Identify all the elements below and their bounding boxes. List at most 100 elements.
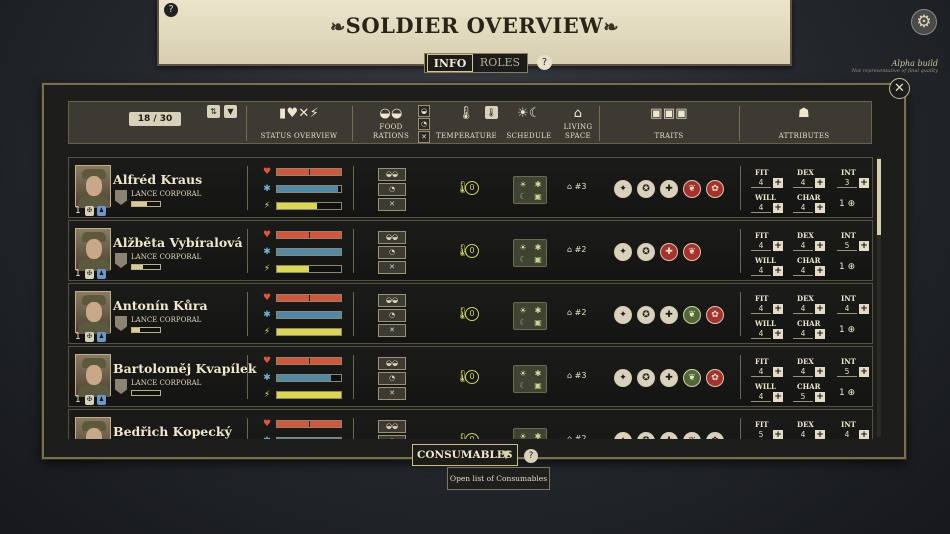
schedule-widget[interactable]: ☀ ✱ ☾ ▣: [513, 428, 547, 439]
schedule-widget[interactable]: ☀ ✱ ☾ ▣: [513, 176, 547, 204]
living-space[interactable]: ⌂ #2: [567, 308, 586, 317]
avatar[interactable]: [75, 228, 111, 271]
trait-icon[interactable]: ✚: [660, 432, 678, 439]
attr-char-plus-button[interactable]: +: [815, 392, 825, 402]
ration-full-option[interactable]: ◒◒: [378, 357, 406, 370]
attr-will-plus-button[interactable]: +: [773, 266, 783, 276]
trait-icon[interactable]: ✪: [637, 306, 655, 324]
attr-int-plus-button[interactable]: +: [859, 241, 869, 251]
trait-icon[interactable]: ✪: [637, 432, 655, 439]
rank-filter-icon[interactable]: ▼: [224, 105, 237, 118]
living-space[interactable]: ⌂ #2: [567, 434, 586, 439]
trait-icon[interactable]: ✦: [614, 243, 632, 261]
schedule-widget[interactable]: ☀ ✱ ☾ ▣: [513, 302, 547, 330]
trait-icon[interactable]: ✪: [637, 369, 655, 387]
attr-int-plus-button[interactable]: +: [859, 430, 869, 439]
trait-icon[interactable]: ✦: [614, 432, 632, 439]
ration-full-button[interactable]: ◒: [418, 105, 430, 117]
scrollbar-thumb[interactable]: [877, 159, 881, 235]
ration-half-option[interactable]: ◔: [378, 435, 406, 439]
avatar[interactable]: [75, 354, 111, 397]
living-space[interactable]: ⌂ #3: [567, 371, 586, 380]
attr-fit-plus-button[interactable]: +: [773, 241, 783, 251]
col-food-rations[interactable]: ◒◒ FOOD RATIONS: [369, 102, 413, 145]
trait-icon[interactable]: ✿: [706, 432, 724, 439]
attr-dex-plus-button[interactable]: +: [815, 178, 825, 188]
trait-icon[interactable]: ✪: [637, 180, 655, 198]
trait-icon[interactable]: ✚: [660, 243, 678, 261]
ration-none-button[interactable]: ✕: [418, 131, 430, 143]
chevron-down-icon[interactable]: ▼: [498, 447, 514, 463]
attr-dex-plus-button[interactable]: +: [815, 241, 825, 251]
attr-int-plus-button[interactable]: +: [859, 178, 869, 188]
trait-icon[interactable]: ❦: [683, 180, 701, 198]
help-icon[interactable]: ?: [164, 3, 178, 17]
attr-dex-plus-button[interactable]: +: [815, 367, 825, 377]
attr-int-plus-button[interactable]: +: [859, 304, 869, 314]
ration-half-option[interactable]: ◔: [378, 372, 406, 385]
tab-info[interactable]: INFO: [427, 54, 473, 72]
trait-icon[interactable]: ✿: [706, 306, 724, 324]
attr-dex-plus-button[interactable]: +: [815, 304, 825, 314]
trait-icon[interactable]: ❦: [683, 369, 701, 387]
living-space[interactable]: ⌂ #2: [567, 245, 586, 254]
trait-icon[interactable]: ❦: [683, 432, 701, 439]
attr-fit-plus-button[interactable]: +: [773, 367, 783, 377]
trait-icon[interactable]: ✚: [660, 306, 678, 324]
attr-char-plus-button[interactable]: +: [815, 203, 825, 213]
temperature-filter-icon[interactable]: 🌡: [485, 106, 498, 119]
schedule-widget[interactable]: ☀ ✱ ☾ ▣: [513, 239, 547, 267]
trait-icon[interactable]: ✚: [660, 180, 678, 198]
living-space[interactable]: ⌂ #3: [567, 182, 586, 191]
ration-full-option[interactable]: ◒◒: [378, 168, 406, 181]
soldier-row[interactable]: Antonín Kůra LANCE CORPORAL 1 ✠ ♟ ♥ ✱ ⚡ ◒◒ ◔ ✕ 🌡 0 ☀…: [68, 283, 873, 344]
attr-int-plus-button[interactable]: +: [859, 367, 869, 377]
soldier-row[interactable]: Alžběta Vybíralová LANCE CORPORAL 1 ✠ ♟ ♥ ✱ ⚡ ◒◒…: [68, 220, 873, 281]
close-icon[interactable]: ✕: [889, 78, 910, 99]
attr-char-plus-button[interactable]: +: [815, 266, 825, 276]
trait-icon[interactable]: ❦: [683, 243, 701, 261]
avatar[interactable]: [75, 165, 111, 208]
trait-icon[interactable]: ✿: [706, 180, 724, 198]
tab-roles[interactable]: ROLES: [475, 54, 525, 72]
attr-will-plus-button[interactable]: +: [773, 392, 783, 402]
attr-fit-plus-button[interactable]: +: [773, 178, 783, 188]
trait-icon[interactable]: ✦: [614, 180, 632, 198]
ration-full-option[interactable]: ◒◒: [378, 420, 406, 433]
ration-half-option[interactable]: ◔: [378, 246, 406, 259]
ration-half-option[interactable]: ◔: [378, 309, 406, 322]
attr-char-plus-button[interactable]: +: [815, 329, 825, 339]
ration-full-option[interactable]: ◒◒: [378, 231, 406, 244]
ration-half-option[interactable]: ◔: [378, 183, 406, 196]
soldier-row[interactable]: Alfréd Kraus LANCE CORPORAL 1 ✠ ♟ ♥ ✱ ⚡ ◒◒ ◔ ✕ 🌡 0 ☀…: [68, 157, 873, 218]
ration-none-option[interactable]: ✕: [378, 198, 406, 211]
soldier-row[interactable]: Bartoloměj Kvapílek LANCE CORPORAL 1 ✠ ♟ ♥ ✱ ⚡ ◒…: [68, 346, 873, 407]
col-living-space[interactable]: ⌂ LIVING SPACE: [559, 102, 597, 145]
avatar[interactable]: [75, 291, 111, 334]
attr-dex-plus-button[interactable]: +: [815, 430, 825, 439]
attr-fit-plus-button[interactable]: +: [773, 304, 783, 314]
attr-will-plus-button[interactable]: +: [773, 329, 783, 339]
trait-icon[interactable]: ✚: [660, 369, 678, 387]
ration-full-option[interactable]: ◒◒: [378, 294, 406, 307]
tabs-help-icon[interactable]: ?: [537, 55, 552, 70]
col-status[interactable]: ▮♥✕⚡ STATUS OVERVIEW: [249, 102, 349, 145]
ration-half-button[interactable]: ◔: [418, 118, 430, 130]
col-traits[interactable]: ▣▣▣ TRAITS: [609, 102, 729, 145]
col-schedule[interactable]: ☀☾ SCHEDULE: [505, 102, 553, 145]
trait-icon[interactable]: ✦: [614, 369, 632, 387]
col-attributes[interactable]: ☗ ATTRIBUTES: [759, 102, 849, 145]
trait-icon[interactable]: ❦: [683, 306, 701, 324]
ration-none-option[interactable]: ✕: [378, 261, 406, 274]
avatar[interactable]: [75, 417, 111, 439]
schedule-widget[interactable]: ☀ ✱ ☾ ▣: [513, 365, 547, 393]
consumables-help-icon[interactable]: ?: [524, 449, 538, 463]
gear-icon[interactable]: ⚙: [911, 9, 937, 35]
trait-icon[interactable]: ✦: [614, 306, 632, 324]
attr-fit-plus-button[interactable]: +: [773, 430, 783, 439]
attr-will-plus-button[interactable]: +: [773, 203, 783, 213]
trait-icon[interactable]: ✪: [637, 243, 655, 261]
soldier-row[interactable]: Bedřich KopeckýLANCE CORPORAL1✠♟♥✱⚡◒◒◔✕🌡…: [68, 409, 873, 439]
trait-icon[interactable]: ✿: [706, 369, 724, 387]
ration-none-option[interactable]: ✕: [378, 324, 406, 337]
